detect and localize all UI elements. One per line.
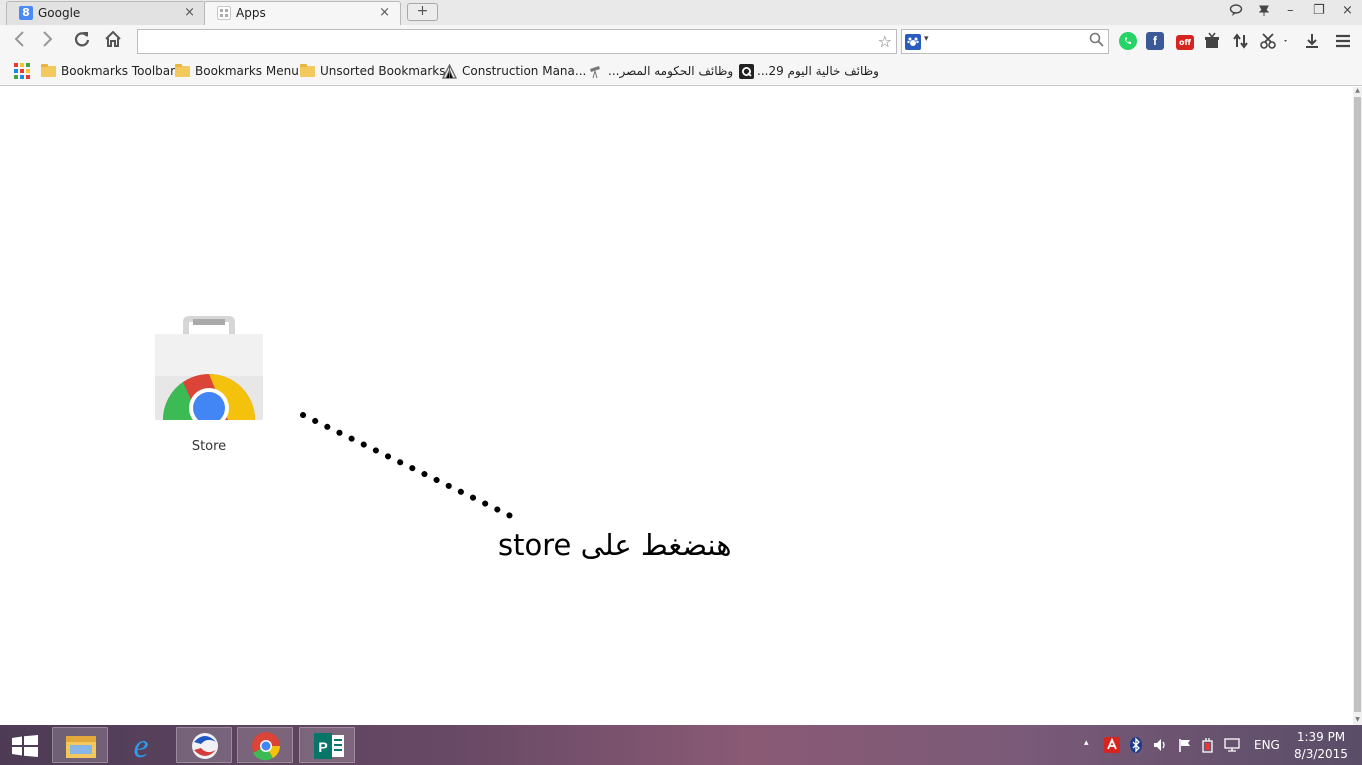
network-icon[interactable] bbox=[1224, 737, 1240, 756]
tab-apps[interactable]: Apps × bbox=[204, 1, 401, 25]
windows-taskbar: e P ▴ ENG 1:39 PM 8/3/2015 bbox=[0, 725, 1362, 765]
publisher-icon: P bbox=[314, 733, 344, 759]
page-scrollbar[interactable]: ▲ ▼ bbox=[1353, 87, 1362, 725]
clock-time: 1:39 PM bbox=[1296, 730, 1346, 744]
folder-icon bbox=[300, 64, 315, 77]
scroll-up-icon[interactable]: ▲ bbox=[1353, 87, 1362, 94]
folder-icon bbox=[41, 64, 56, 77]
svg-text:P: P bbox=[318, 739, 327, 755]
whatsapp-icon[interactable] bbox=[1119, 32, 1137, 50]
volume-icon[interactable] bbox=[1152, 737, 1168, 756]
forward-button[interactable] bbox=[36, 30, 60, 52]
construction-icon bbox=[441, 63, 458, 82]
input-language[interactable]: ENG bbox=[1254, 738, 1280, 752]
q-logo-icon bbox=[739, 64, 754, 79]
bookmark-star-icon[interactable]: ☆ bbox=[878, 32, 892, 51]
reload-button[interactable] bbox=[70, 30, 94, 52]
facebook-icon[interactable]: f bbox=[1146, 32, 1164, 50]
folder-icon bbox=[175, 64, 190, 77]
taskbar-clock[interactable]: 1:39 PM 8/3/2015 bbox=[1286, 730, 1356, 761]
close-window-button[interactable]: × bbox=[1342, 3, 1353, 18]
offer-icon[interactable]: off bbox=[1176, 35, 1194, 50]
feedback-icon[interactable] bbox=[1229, 3, 1243, 21]
file-explorer-icon bbox=[66, 736, 96, 758]
bookmark-label: وظائف خالية اليوم 29... bbox=[757, 64, 879, 78]
chrome-web-store-icon bbox=[155, 316, 263, 420]
windows-start-icon[interactable] bbox=[11, 735, 39, 761]
bluetooth-icon[interactable] bbox=[1129, 737, 1143, 756]
annotation-text: هنضغط على store bbox=[498, 528, 732, 562]
bookmark-link[interactable]: وظائف خالية اليوم 29... bbox=[739, 64, 879, 80]
taskbar-publisher[interactable]: P bbox=[299, 727, 355, 763]
scrollbar-thumb[interactable] bbox=[1354, 97, 1361, 712]
scroll-down-icon[interactable]: ▼ bbox=[1353, 716, 1362, 723]
taskbar-internet-explorer[interactable]: e bbox=[113, 727, 169, 765]
tray-expand-icon[interactable]: ▴ bbox=[1084, 738, 1089, 748]
taskbar-chrome[interactable] bbox=[237, 727, 293, 763]
antivirus-icon[interactable] bbox=[1104, 737, 1120, 756]
search-icon[interactable] bbox=[1089, 32, 1104, 51]
bookmark-label: Bookmarks Toolbar bbox=[61, 64, 176, 78]
apps-grid-icon bbox=[217, 6, 231, 20]
action-center-flag-icon[interactable] bbox=[1177, 737, 1193, 756]
bookmark-label: Unsorted Bookmarks bbox=[320, 64, 446, 78]
bookmark-link[interactable]: وظائف الحكومه المصر... bbox=[588, 64, 734, 82]
restore-button[interactable]: ❐ bbox=[1313, 3, 1325, 18]
transfer-arrows-icon[interactable] bbox=[1232, 32, 1250, 50]
apps-shortcut-icon[interactable] bbox=[14, 63, 30, 79]
tab-google[interactable]: 8 Google × bbox=[6, 1, 206, 25]
menu-icon[interactable] bbox=[1334, 32, 1352, 50]
browser-window: 8 Google × Apps × + – ❐ × ☆ ▾ f off Book… bbox=[0, 0, 1362, 765]
bookmark-label: Bookmarks Menu bbox=[195, 64, 299, 78]
telescope-icon bbox=[588, 64, 603, 82]
clock-date: 8/3/2015 bbox=[1294, 747, 1348, 761]
browser-app-icon bbox=[192, 733, 218, 759]
bookmark-label: وظائف الحكومه المصر... bbox=[608, 64, 734, 78]
chrome-icon bbox=[252, 732, 280, 761]
search-box[interactable]: ▾ bbox=[901, 29, 1109, 54]
internet-explorer-icon: e bbox=[133, 728, 148, 765]
download-icon[interactable] bbox=[1303, 32, 1321, 50]
app-tile-label: Store bbox=[191, 439, 227, 454]
minimize-button[interactable]: – bbox=[1287, 3, 1294, 18]
home-button[interactable] bbox=[101, 30, 125, 52]
tab-close-icon[interactable]: × bbox=[184, 5, 195, 20]
browser-toolbar: ☆ ▾ f off bbox=[0, 25, 1362, 58]
back-button[interactable] bbox=[7, 30, 31, 52]
bookmark-label: Construction Mana... bbox=[462, 64, 587, 78]
app-tile-store[interactable]: Store bbox=[150, 316, 268, 458]
google-g-icon: 8 bbox=[19, 6, 33, 20]
address-bar[interactable]: ☆ bbox=[137, 29, 897, 54]
taskbar-browser-app[interactable] bbox=[176, 727, 232, 763]
tab-title: Apps bbox=[236, 6, 266, 20]
scissors-icon[interactable] bbox=[1260, 32, 1290, 50]
tab-close-icon[interactable]: × bbox=[379, 5, 390, 20]
new-tab-button[interactable]: + bbox=[407, 3, 438, 21]
svg-text:e: e bbox=[133, 728, 148, 763]
tab-strip: 8 Google × Apps × + – ❐ × bbox=[0, 0, 1362, 25]
search-engine-dropdown-icon[interactable]: ▾ bbox=[924, 34, 929, 44]
tab-title: Google bbox=[38, 6, 81, 20]
gift-icon[interactable] bbox=[1203, 32, 1221, 50]
annotation-dotted-arrow bbox=[300, 412, 524, 524]
search-engine-icon[interactable] bbox=[905, 34, 921, 50]
taskbar-file-explorer[interactable] bbox=[52, 727, 108, 763]
power-icon[interactable] bbox=[1200, 737, 1216, 756]
pin-icon[interactable] bbox=[1257, 3, 1271, 21]
